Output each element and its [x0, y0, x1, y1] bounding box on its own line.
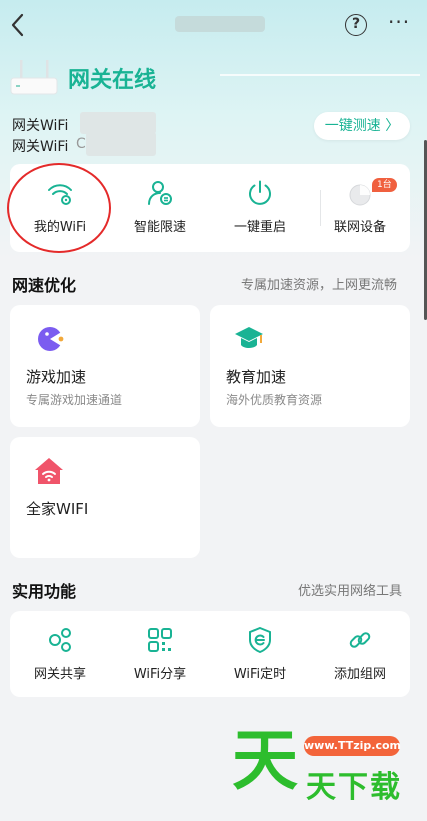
- back-icon[interactable]: [8, 12, 28, 38]
- speed-test-button[interactable]: 一键测速 〉: [314, 112, 410, 140]
- router-icon: [10, 60, 58, 95]
- wifi-label-2: 网关WiFi: [12, 139, 69, 155]
- education-icon: [235, 327, 263, 348]
- help-icon[interactable]: ?: [345, 14, 367, 36]
- home-wifi-icon: [35, 458, 63, 484]
- card-game-accel[interactable]: 游戏加速 专属游戏加速通道: [10, 305, 200, 427]
- quick-action-restart[interactable]: 一键重启: [210, 164, 310, 252]
- wifi-name-redacted: [80, 112, 156, 134]
- status-line-decoration: [220, 74, 420, 76]
- section-title-speed: 网速优化: [12, 276, 77, 295]
- gateway-status: 网关在线: [68, 68, 157, 93]
- highlight-circle: [7, 163, 111, 253]
- section-title-tools: 实用功能: [12, 582, 77, 601]
- card-home-wifi[interactable]: 全家WIFI: [10, 437, 200, 558]
- tools-card: 网关共享 WiFi分享 WiFi定时 添加组网: [10, 611, 410, 697]
- card-title: 全家WIFI: [26, 500, 89, 518]
- qr-icon: [148, 628, 172, 652]
- timer-shield-icon: [249, 627, 271, 653]
- watermark-text: 天下载: [306, 770, 402, 805]
- watermark-logo: 天 www.TTzip.com 天下载: [232, 722, 402, 818]
- wifi-name-2-redacted: [86, 132, 156, 156]
- quick-action-speed-limit[interactable]: 智能限速: [110, 164, 210, 252]
- card-title: 游戏加速: [26, 368, 87, 386]
- tool-label: 网关共享: [33, 667, 86, 682]
- user-speed-icon: [148, 181, 172, 205]
- section-subtitle-tools: 优选实用网络工具: [298, 584, 403, 599]
- card-title: 教育加速: [226, 368, 287, 386]
- game-icon: [38, 327, 64, 351]
- watermark-big-char: 天: [232, 722, 298, 799]
- more-icon[interactable]: ···: [388, 10, 414, 34]
- tool-label: WiFi定时: [233, 667, 287, 682]
- quick-action-devices[interactable]: 1台 联网设备: [310, 164, 410, 252]
- device-icon: [349, 184, 371, 206]
- tool-wifi-timer[interactable]: WiFi定时: [210, 611, 310, 699]
- tool-add-network[interactable]: 添加组网: [310, 611, 410, 699]
- power-icon: [249, 180, 271, 205]
- tool-gateway-share[interactable]: 网关共享: [10, 611, 110, 699]
- page-title-redacted: [175, 16, 265, 32]
- quick-action-label: 智能限速: [133, 220, 186, 235]
- tool-label: WiFi分享: [133, 667, 187, 682]
- link-icon: [349, 632, 371, 648]
- watermark-url: www.TTzip.com: [304, 736, 401, 756]
- wifi-name-2-partial: C: [76, 136, 86, 152]
- quick-action-label: 一键重启: [233, 220, 286, 235]
- card-edu-accel[interactable]: 教育加速 海外优质教育资源: [210, 305, 410, 427]
- wifi-label-1: 网关WiFi: [12, 118, 69, 134]
- tool-wifi-share[interactable]: WiFi分享: [110, 611, 210, 699]
- tool-label: 添加组网: [333, 667, 386, 682]
- quick-action-label: 联网设备: [333, 220, 386, 235]
- card-desc: 专属游戏加速通道: [26, 393, 123, 407]
- device-count-badge: 1台: [372, 178, 397, 192]
- section-subtitle-speed: 专属加速资源，上网更流畅: [241, 278, 398, 293]
- card-desc: 海外优质教育资源: [226, 393, 323, 407]
- share-icon: [49, 628, 71, 652]
